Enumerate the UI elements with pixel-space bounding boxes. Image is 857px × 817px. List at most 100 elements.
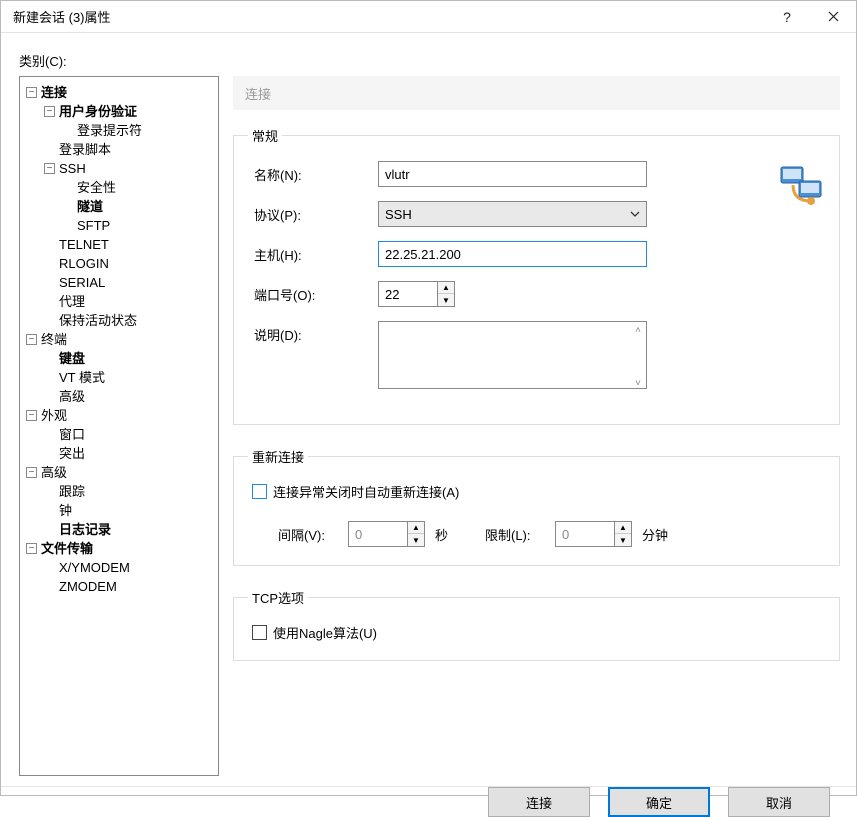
unit-minutes: 分钟	[642, 525, 682, 544]
chevron-down-icon	[630, 209, 640, 219]
tree-item[interactable]: 登录提示符	[26, 121, 214, 140]
label-desc: 说明(D):	[248, 321, 378, 344]
tree-toggle-icon[interactable]: −	[44, 163, 55, 174]
help-button[interactable]: ?	[764, 1, 810, 33]
tree-item[interactable]: 键盘	[26, 349, 214, 368]
label-port: 端口号(O):	[248, 285, 378, 304]
tree-item[interactable]: SERIAL	[26, 273, 214, 292]
spin-up-icon: ▲	[615, 522, 631, 534]
cancel-button[interactable]: 取消	[728, 787, 830, 817]
group-general: 常规 名称(N): 协议(P): SSH	[233, 126, 840, 425]
spin-down-icon: ▼	[408, 534, 424, 546]
checkbox-icon	[252, 484, 267, 499]
port-spinner[interactable]: ▲▼	[378, 281, 455, 307]
category-label: 类别(C):	[19, 51, 840, 70]
label-limit: 限制(L):	[485, 525, 545, 544]
tree-item[interactable]: SFTP	[26, 216, 214, 235]
tree-toggle-icon[interactable]: −	[26, 87, 37, 98]
tree-item-label: 文件传输	[41, 539, 93, 558]
tree-item[interactable]: −高级	[26, 463, 214, 482]
tree-item[interactable]: TELNET	[26, 235, 214, 254]
tree-item[interactable]: 隧道	[26, 197, 214, 216]
tree-item[interactable]: 钟	[26, 501, 214, 520]
tree-item-label: X/YMODEM	[59, 558, 130, 577]
tree-item[interactable]: −终端	[26, 330, 214, 349]
host-input[interactable]	[378, 241, 647, 267]
tree-toggle-icon[interactable]: −	[26, 467, 37, 478]
tree-item-label: 终端	[41, 330, 67, 349]
tree-item-label: 连接	[41, 83, 67, 102]
spin-down-icon: ▼	[615, 534, 631, 546]
tree-item[interactable]: −文件传输	[26, 539, 214, 558]
legend-reconnect: 重新连接	[248, 447, 308, 466]
interval-input[interactable]	[348, 521, 408, 547]
tree-item[interactable]: −用户身份验证	[26, 102, 214, 121]
description-textarea[interactable]	[378, 321, 647, 389]
port-input[interactable]	[378, 281, 438, 307]
tree-item[interactable]: 高级	[26, 387, 214, 406]
nagle-checkbox[interactable]: 使用Nagle算法(U)	[248, 623, 825, 642]
tree-toggle-icon[interactable]: −	[26, 410, 37, 421]
tree-item[interactable]: 窗口	[26, 425, 214, 444]
tree-item-label: SERIAL	[59, 273, 105, 292]
tree-toggle-icon[interactable]: −	[44, 106, 55, 117]
tree-item-label: 安全性	[77, 178, 116, 197]
unit-seconds: 秒	[435, 525, 475, 544]
group-reconnect: 重新连接 连接异常关闭时自动重新连接(A) 间隔(V): ▲▼ 秒 限制(L):	[233, 447, 840, 566]
tree-item-label: 日志记录	[59, 520, 111, 539]
legend-general: 常规	[248, 126, 282, 145]
tree-item-label: TELNET	[59, 235, 109, 254]
auto-reconnect-label: 连接异常关闭时自动重新连接(A)	[273, 482, 459, 501]
tree-item[interactable]: 保持活动状态	[26, 311, 214, 330]
label-protocol: 协议(P):	[248, 205, 378, 224]
close-button[interactable]	[810, 1, 856, 33]
section-header: 连接	[233, 76, 840, 110]
tree-item-label: 外观	[41, 406, 67, 425]
name-input[interactable]	[378, 161, 647, 187]
tree-item[interactable]: 登录脚本	[26, 140, 214, 159]
tree-item[interactable]: −连接	[26, 83, 214, 102]
limit-spinner[interactable]: ▲▼	[555, 521, 632, 547]
tree-item[interactable]: VT 模式	[26, 368, 214, 387]
category-tree[interactable]: −连接−用户身份验证登录提示符登录脚本−SSH安全性隧道SFTPTELNETRL…	[19, 76, 219, 776]
tree-item[interactable]: X/YMODEM	[26, 558, 214, 577]
port-spin-buttons[interactable]: ▲▼	[438, 281, 455, 307]
tree-item-label: 高级	[59, 387, 85, 406]
label-name: 名称(N):	[248, 165, 378, 184]
tree-item[interactable]: 日志记录	[26, 520, 214, 539]
tree-toggle-icon[interactable]: −	[26, 334, 37, 345]
tree-item-label: VT 模式	[59, 368, 105, 387]
tree-toggle-icon[interactable]: −	[26, 543, 37, 554]
tree-item[interactable]: 突出	[26, 444, 214, 463]
tree-item[interactable]: ZMODEM	[26, 577, 214, 596]
tree-item-label: 用户身份验证	[59, 102, 137, 121]
dialog-body: 类别(C): −连接−用户身份验证登录提示符登录脚本−SSH安全性隧道SFTPT…	[1, 33, 856, 786]
tree-item-label: 代理	[59, 292, 85, 311]
tree-item[interactable]: −外观	[26, 406, 214, 425]
connect-button[interactable]: 连接	[488, 787, 590, 817]
spin-down-icon: ▼	[438, 294, 454, 306]
interval-spin-buttons[interactable]: ▲▼	[408, 521, 425, 547]
protocol-value: SSH	[385, 207, 412, 222]
tree-item-label: SSH	[59, 159, 86, 178]
tree-item[interactable]: RLOGIN	[26, 254, 214, 273]
window-title: 新建会话 (3)属性	[13, 7, 764, 26]
spin-up-icon: ▲	[438, 282, 454, 294]
protocol-select[interactable]: SSH	[378, 201, 647, 227]
label-interval: 间隔(V):	[278, 525, 338, 544]
auto-reconnect-checkbox[interactable]: 连接异常关闭时自动重新连接(A)	[248, 482, 825, 501]
columns: −连接−用户身份验证登录提示符登录脚本−SSH安全性隧道SFTPTELNETRL…	[19, 76, 840, 776]
tree-item[interactable]: 安全性	[26, 178, 214, 197]
tree-item[interactable]: −SSH	[26, 159, 214, 178]
titlebar: 新建会话 (3)属性 ?	[1, 1, 856, 33]
checkbox-icon	[252, 625, 267, 640]
tree-item-label: 突出	[59, 444, 85, 463]
interval-spinner[interactable]: ▲▼	[348, 521, 425, 547]
limit-spin-buttons[interactable]: ▲▼	[615, 521, 632, 547]
tree-item[interactable]: 跟踪	[26, 482, 214, 501]
ok-button[interactable]: 确定	[608, 787, 710, 817]
tree-item-label: 钟	[59, 501, 72, 520]
tree-item[interactable]: 代理	[26, 292, 214, 311]
settings-pane: 连接 常规 名称(N): 协议(P): SSH	[233, 76, 840, 776]
limit-input[interactable]	[555, 521, 615, 547]
